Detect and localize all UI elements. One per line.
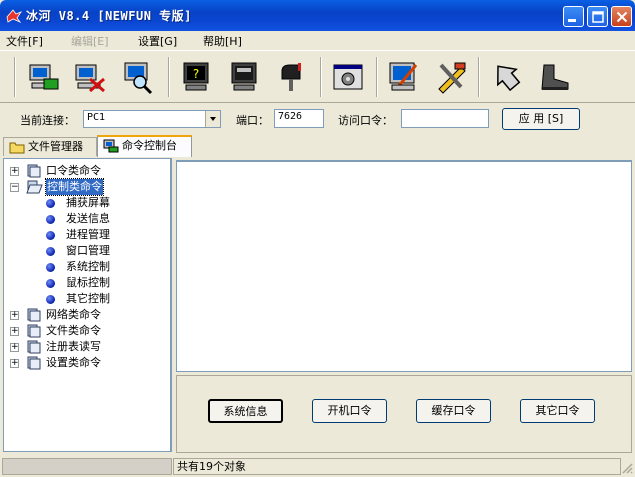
dropdown-button[interactable] — [205, 111, 220, 127]
window-title: 冰河 V8.4 [NEWFUN 专版] — [26, 9, 192, 23]
exit-boot-icon[interactable] — [534, 57, 574, 97]
bullet-icon — [46, 215, 55, 224]
cached-password-button[interactable]: 缓存口令 — [416, 399, 491, 423]
current-connection-label: 当前连接： — [20, 114, 75, 127]
status-object-count: 共有19个对象 — [173, 458, 621, 475]
tree-item-label: 口令类命令 — [46, 164, 101, 177]
tab-command-console[interactable]: 命令控制台 — [97, 135, 192, 157]
menu-settings[interactable]: 设置[G] — [138, 33, 177, 49]
output-panel[interactable] — [176, 160, 632, 372]
apply-button[interactable]: 应 用 [S] — [502, 108, 580, 130]
tree-item-label: 窗口管理 — [66, 244, 110, 257]
maximize-icon — [592, 11, 604, 23]
password-label: 访问口令： — [338, 114, 393, 127]
help-icon[interactable]: ? — [176, 57, 216, 97]
port-input[interactable]: 7626 — [274, 109, 324, 128]
toolbar-separator — [168, 57, 170, 97]
menu-edit[interactable]: 编辑[E] — [71, 33, 109, 49]
console-icon — [103, 139, 119, 153]
toolbar-separator — [376, 57, 378, 97]
current-connection-select[interactable]: PC1 — [83, 110, 221, 128]
system-info-button[interactable]: 系统信息 — [208, 399, 283, 423]
maximize-button[interactable] — [587, 6, 608, 27]
tree-item-label: 文件类命令 — [46, 324, 101, 337]
bullet-icon — [46, 279, 55, 288]
folder-icon — [27, 308, 41, 322]
toolbar-separator — [320, 57, 322, 97]
tree-item-label: 控制类命令 — [45, 178, 104, 196]
bullet-icon — [46, 231, 55, 240]
toolbar-separator — [478, 57, 480, 97]
tab-strip: 文件管理器 命令控制台 — [0, 135, 635, 157]
connection-bar: 当前连接： PC1 端口： 7626 访问口令： 应 用 [S] — [0, 104, 635, 133]
expand-icon[interactable]: + — [10, 167, 19, 176]
tree-item-label: 鼠标控制 — [66, 276, 110, 289]
chevron-down-icon — [210, 117, 216, 121]
minimize-button[interactable] — [563, 6, 584, 27]
svg-text:?: ? — [193, 67, 199, 81]
search-host-icon[interactable] — [117, 57, 157, 97]
expand-icon[interactable]: + — [10, 343, 19, 352]
mailbox-icon[interactable] — [272, 57, 312, 97]
status-bar: 共有19个对象 — [0, 456, 635, 477]
title-bar[interactable]: 冰河 V8.4 [NEWFUN 专版] — [0, 0, 635, 31]
back-icon[interactable] — [487, 57, 527, 97]
status-left — [2, 458, 172, 475]
port-label: 端口： — [236, 114, 269, 127]
toolbar-separator — [14, 57, 16, 97]
menu-file[interactable]: 文件[F] — [6, 33, 43, 49]
tab-file-manager[interactable]: 文件管理器 — [3, 137, 97, 156]
expand-icon[interactable]: + — [10, 327, 19, 336]
boot-password-button[interactable]: 开机口令 — [312, 399, 387, 423]
config-icon[interactable] — [328, 57, 368, 97]
tools-icon[interactable] — [431, 57, 471, 97]
collapse-icon[interactable]: − — [10, 183, 19, 192]
toolbar: ? — [0, 50, 635, 103]
command-panel: 系统信息 开机口令 缓存口令 其它口令 — [176, 375, 632, 453]
folder-icon — [27, 340, 41, 354]
resize-grip-icon[interactable] — [621, 462, 633, 474]
menu-help[interactable]: 帮助[H] — [203, 33, 242, 49]
folder-icon — [9, 142, 25, 154]
tree-item-label: 进程管理 — [66, 228, 110, 241]
other-password-button[interactable]: 其它口令 — [520, 399, 595, 423]
command-tree[interactable]: + 口令类命令 − 控制类命令 捕获屏幕 发送信息 进程管理 窗口管理 系统控制… — [3, 158, 172, 452]
bullet-icon — [46, 199, 55, 208]
tree-item-label: 注册表读写 — [46, 340, 101, 353]
folder-icon — [27, 164, 41, 178]
open-folder-icon — [26, 180, 43, 194]
tab-label: 文件管理器 — [28, 140, 83, 153]
minimize-icon — [568, 19, 576, 22]
app-icon — [6, 9, 23, 23]
current-connection-value: PC1 — [87, 112, 106, 123]
tab-label: 命令控制台 — [122, 139, 177, 152]
close-icon — [616, 11, 628, 23]
edit-server-icon[interactable] — [384, 57, 424, 97]
add-host-icon[interactable] — [24, 57, 64, 97]
tree-item-label: 网络类命令 — [46, 308, 101, 321]
tree-item-label: 发送信息 — [66, 212, 110, 225]
folder-icon — [27, 324, 41, 338]
monitor-screen-icon[interactable] — [224, 57, 264, 97]
menu-bar: 文件[F] 编辑[E] 设置[G] 帮助[H] — [0, 31, 635, 50]
close-button[interactable] — [611, 6, 632, 27]
tree-item-label: 系统控制 — [66, 260, 110, 273]
expand-icon[interactable]: + — [10, 359, 19, 368]
tree-item-label: 其它控制 — [66, 292, 110, 305]
expand-icon[interactable]: + — [10, 311, 19, 320]
folder-icon — [27, 356, 41, 370]
bullet-icon — [46, 247, 55, 256]
remove-host-icon[interactable] — [70, 57, 110, 97]
bullet-icon — [46, 263, 55, 272]
tree-item-label: 设置类命令 — [46, 356, 101, 369]
tree-item-label: 捕获屏幕 — [66, 196, 110, 209]
password-input[interactable] — [401, 109, 489, 128]
bullet-icon — [46, 295, 55, 304]
